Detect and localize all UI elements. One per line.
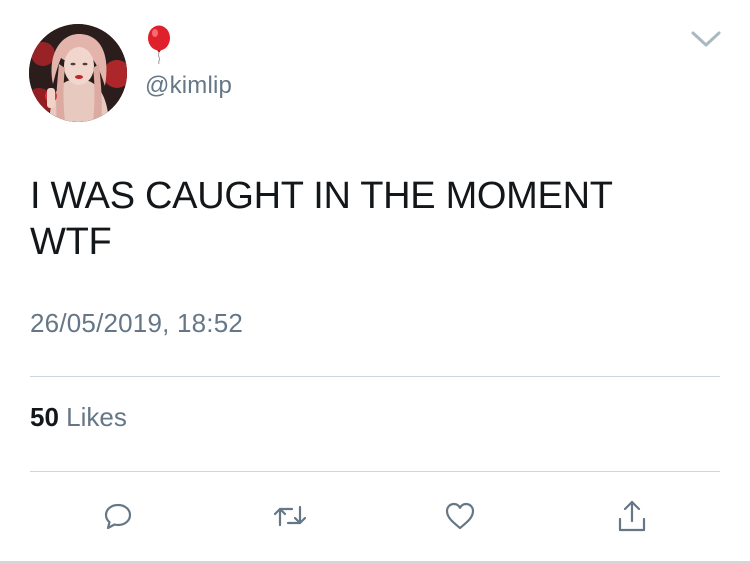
retweet-icon xyxy=(273,505,307,527)
divider xyxy=(30,376,720,377)
chevron-down-icon[interactable] xyxy=(690,28,722,50)
author-handle[interactable]: @kimlip xyxy=(145,72,232,100)
likes-stat[interactable]: 50 Likes xyxy=(30,402,127,433)
tweet-timestamp[interactable]: 26/05/2019, 18:52 xyxy=(30,308,243,339)
tweet-detail-view: @kimlip I WAS CAUGHT IN THE MOMENT WTF 2… xyxy=(0,0,750,563)
divider xyxy=(30,471,720,472)
share-button[interactable] xyxy=(612,496,652,536)
likes-count: 50 xyxy=(30,402,59,432)
tweet-text: I WAS CAUGHT IN THE MOMENT WTF xyxy=(30,175,613,263)
reply-button[interactable] xyxy=(98,496,138,536)
share-icon xyxy=(618,500,646,532)
like-button[interactable] xyxy=(440,496,480,536)
avatar-photo xyxy=(29,24,127,122)
retweet-button[interactable] xyxy=(270,496,310,536)
likes-label: Likes xyxy=(66,402,127,432)
reply-icon xyxy=(104,503,132,530)
heart-icon xyxy=(445,502,475,530)
avatar[interactable] xyxy=(29,24,127,122)
tweet-actions xyxy=(0,496,750,540)
balloon-icon xyxy=(146,24,174,65)
